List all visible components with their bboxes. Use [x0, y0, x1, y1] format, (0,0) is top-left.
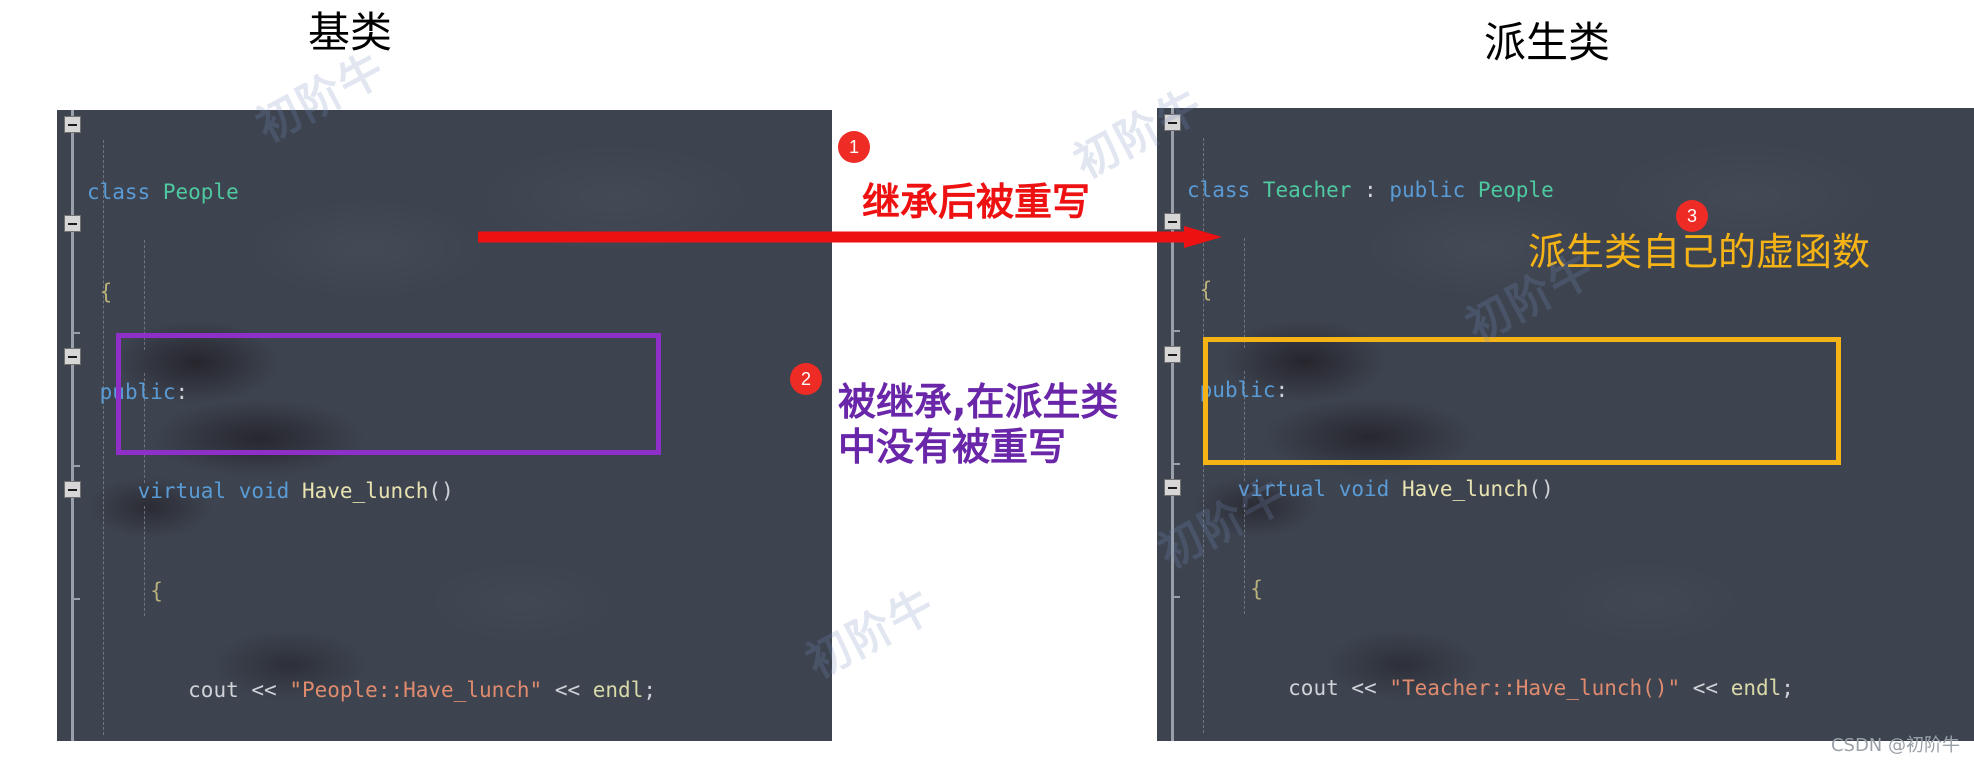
fold-tick: [1171, 596, 1180, 598]
annotation-text-own-virtual-function: 派生类自己的虚函数: [1528, 230, 1871, 274]
fold-toggle-icon[interactable]: [64, 215, 81, 232]
base-class-code-editor[interactable]: class People { public: virtual void Have…: [57, 110, 832, 741]
gutter-bar: [71, 110, 74, 741]
code-line: cout << "People::Have_lunch" << endl;: [188, 678, 656, 703]
code-line: virtual void Have_lunch(): [1237, 477, 1554, 502]
annotation-text-overridden: 继承后被重写: [862, 180, 1091, 224]
code-line: public:: [99, 379, 189, 404]
annotation-badge-3: 3: [1676, 200, 1708, 232]
fold-tick: [71, 332, 80, 334]
code-line: {: [1199, 278, 1213, 302]
fold-tick: [71, 465, 80, 467]
fold-tick: [1171, 463, 1180, 465]
gutter-bar: [1171, 108, 1174, 741]
code-line: class People: [87, 180, 239, 205]
annotation-badge-2: 2: [790, 363, 822, 395]
code-line: virtual void Have_lunch(): [137, 479, 454, 504]
derived-class-heading: 派生类: [1484, 18, 1611, 67]
code-line: class Teacher : public People: [1187, 178, 1554, 203]
code-line-list: class People { public: virtual void Have…: [87, 110, 693, 741]
base-class-heading: 基类: [308, 8, 393, 57]
code-line: {: [99, 280, 113, 304]
fold-toggle-icon[interactable]: [64, 116, 81, 133]
annotation-text-inherited-not-overridden: 被继承,在派生类 中没有被重写: [838, 380, 1119, 469]
fold-toggle-icon[interactable]: [64, 348, 81, 365]
code-line: {: [150, 578, 163, 603]
inheritance-arrow-icon: [478, 226, 1222, 248]
derived-class-code-editor[interactable]: class Teacher : public People { public: …: [1157, 108, 1974, 741]
csdn-watermark: CSDN @初阶牛: [1830, 735, 1960, 756]
fold-toggle-icon[interactable]: [1164, 114, 1181, 131]
code-line-list: class Teacher : public People { public: …: [1187, 108, 1794, 741]
code-line: public:: [1199, 377, 1289, 402]
fold-toggle-icon[interactable]: [1164, 346, 1181, 363]
fold-tick: [1171, 330, 1180, 332]
fold-toggle-icon[interactable]: [64, 481, 81, 498]
fold-tick: [71, 598, 80, 600]
code-line: {: [1250, 576, 1263, 601]
fold-toggle-icon[interactable]: [1164, 479, 1181, 496]
code-line: cout << "Teacher::Have_lunch()" << endl;: [1288, 676, 1794, 701]
annotation-badge-1: 1: [838, 131, 870, 163]
